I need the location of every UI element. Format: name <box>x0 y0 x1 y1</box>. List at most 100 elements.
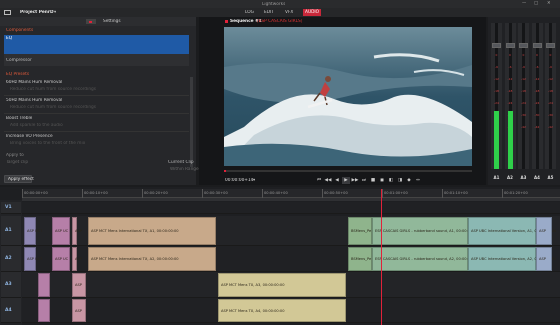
timeline-clip[interactable]: ASP MCT Mens TX, A4, 00:00:00:00 <box>218 299 346 322</box>
timeline-clip[interactable]: ASP <box>72 247 82 271</box>
target-label: Target clip <box>6 160 29 165</box>
list-item[interactable]: Increase VO Presence Bring voices to the… <box>4 132 189 150</box>
playhead[interactable] <box>381 189 382 325</box>
viewer-scrubber[interactable] <box>224 170 472 172</box>
list-item-eq[interactable]: EQ <box>4 35 189 54</box>
transport-button-8[interactable]: ◧ <box>387 177 395 184</box>
ruler-tick <box>382 189 383 198</box>
meter-scale-label: -6 <box>535 65 539 69</box>
meter-label-a5[interactable]: A5 <box>545 175 556 180</box>
ruler-tick <box>262 189 263 198</box>
meter-scale-label: -30 <box>548 113 553 117</box>
ruler-tick <box>142 189 143 198</box>
track-header-a4[interactable]: A4 <box>1 298 21 323</box>
tab-edit[interactable]: EDIT <box>264 10 274 15</box>
scrollbar[interactable] <box>190 77 193 167</box>
add-effect-button[interactable] <box>86 19 96 24</box>
preset-name: 60Hz Mains Hum Removal <box>6 80 63 85</box>
tab-audio[interactable]: AUDIO <box>303 9 322 16</box>
timeline-clip[interactable]: ASP UC <box>52 247 70 271</box>
timeline-clip[interactable]: ASP MCT Mens TX, A3, 00:00:00:00 <box>218 273 346 297</box>
fader-handle[interactable] <box>492 43 501 48</box>
transport-button-10[interactable]: ◆ <box>405 177 413 184</box>
video-frame[interactable] <box>224 27 472 166</box>
project-name[interactable]: Project PenrD <box>20 10 54 15</box>
timeline-clip[interactable]: ASP UBC International Version, A1, 00:00… <box>468 217 556 245</box>
timeline-clip[interactable]: ESP CASCAIS GIRLS - rubberband sound, A2… <box>372 247 478 271</box>
timeline-clip[interactable]: ASP <box>72 217 82 245</box>
meter-scale-label: -42 <box>534 125 540 129</box>
transport-button-9[interactable]: ◨ <box>396 177 404 184</box>
transport-button-2[interactable]: ◀ <box>333 177 341 184</box>
timeline-clip[interactable]: ASP MCT Mens International TX, A2, 00:00… <box>88 247 216 271</box>
meter-label-a4[interactable]: A4 <box>532 175 543 180</box>
meter-scale-label: 0 <box>536 53 538 57</box>
clip-label: ASP <box>75 308 82 313</box>
meter-label-a1[interactable]: A1 <box>491 175 502 180</box>
list-item[interactable]: Boost Treble Add sparkle to the audio <box>4 114 189 132</box>
timeline-clip[interactable]: ASP UBC International Version, A2, 00:00… <box>468 247 556 271</box>
timeline-clip[interactable]: BSMens_Pe <box>348 247 372 271</box>
timeline-clip[interactable]: ASP UCT <box>24 247 42 271</box>
transport-button-7[interactable]: ◼ <box>378 177 386 184</box>
tab-vfx[interactable]: VFX <box>285 10 293 15</box>
ruler-label: 00:00:40+00 <box>264 191 288 195</box>
transport-button-3[interactable]: ▶ <box>342 177 350 184</box>
fader-handle[interactable] <box>505 43 515 48</box>
transport-button-1[interactable]: ◀◀ <box>324 177 332 184</box>
range-option[interactable]: Within Range <box>170 167 199 172</box>
timeline-clip[interactable]: ASP UCT <box>24 217 42 245</box>
transport-button-6[interactable]: ■ <box>369 177 377 184</box>
meter-scale-label: -18 <box>507 89 513 93</box>
list-item[interactable]: 60Hz Mains Hum Removal Reduce cut hum fr… <box>4 78 189 96</box>
minimize-button[interactable]: — <box>522 1 526 6</box>
timeline-ruler[interactable]: 00:00:00+00 00:00:10+00 00:00:20+00 00:00:3… <box>22 189 560 198</box>
timeline-clip[interactable]: ASP <box>536 217 552 245</box>
meter-scale-label: -30 <box>534 113 540 117</box>
transport-button-0[interactable]: ⏮ <box>315 177 323 184</box>
tab-log[interactable]: LOG <box>245 10 254 15</box>
timeline-clip[interactable]: ASP <box>72 299 86 322</box>
close-button[interactable]: ✕ <box>547 1 551 6</box>
chevron-down-icon[interactable]: ▾ <box>54 10 56 15</box>
meter-label-a2[interactable]: A2 <box>505 175 516 180</box>
timeline-clip[interactable] <box>38 273 50 297</box>
timeline-clip[interactable]: ASP UC <box>52 217 70 245</box>
timeline-clip[interactable]: ESP CASCAIS GIRLS - rubberband sound, A1… <box>372 217 478 245</box>
section-heading-presets: EQ Presets <box>6 72 30 77</box>
track-label: A1 <box>5 228 12 233</box>
fader-handle[interactable] <box>546 43 555 48</box>
red-dot-icon <box>89 20 92 23</box>
meter-scale-label: -12 <box>534 77 540 81</box>
fader-handle[interactable] <box>532 43 542 48</box>
fader-handle[interactable] <box>519 43 528 48</box>
meter-label-a3[interactable]: A3 <box>518 175 529 180</box>
ruler-tick <box>82 189 83 198</box>
apply-effect-button[interactable]: Apply effect <box>4 175 34 183</box>
track-header-a3[interactable]: A3 <box>1 272 21 298</box>
track-label: A3 <box>5 282 12 287</box>
settings-label[interactable]: Settings <box>103 19 121 24</box>
timeline-clip[interactable]: ASP <box>536 247 552 271</box>
scrub-handle[interactable] <box>224 170 226 172</box>
track-header-a1[interactable]: A1 <box>1 216 21 246</box>
timeline-clip[interactable] <box>38 299 50 322</box>
track-header-v1[interactable]: V1 <box>1 202 21 214</box>
timeline-clip[interactable]: ASP MCT Mens International TX, A1, 00:00… <box>88 217 216 245</box>
track-header-a2[interactable]: A2 <box>1 246 21 272</box>
timeline-clip[interactable]: ASP <box>72 273 86 297</box>
timeline-clip[interactable]: BSMens_Pe <box>348 217 372 245</box>
target-dropdown[interactable]: Current Clip <box>168 160 194 165</box>
list-item-compressor[interactable]: Compressor <box>4 54 189 66</box>
transport-button-5[interactable]: ⏭ <box>360 177 368 184</box>
transport-button-4[interactable]: ▶▶ <box>351 177 359 184</box>
chevron-down-icon[interactable]: ▾ <box>253 178 255 183</box>
meter-channel: 0-6-12-18-24-30-42 <box>491 23 502 169</box>
timecode[interactable]: 00:00:00+14 <box>225 178 253 183</box>
ruler-tick <box>202 189 203 198</box>
clip-name: [ESP CASCAIS GIRLS] <box>257 19 303 24</box>
transport-button-11[interactable]: ↔ <box>414 177 422 184</box>
surfer-image <box>224 27 472 166</box>
maximize-button[interactable]: □ <box>534 1 538 6</box>
list-item[interactable]: 50Hz Mains Hum Removal Reduce cut hum fr… <box>4 96 189 114</box>
